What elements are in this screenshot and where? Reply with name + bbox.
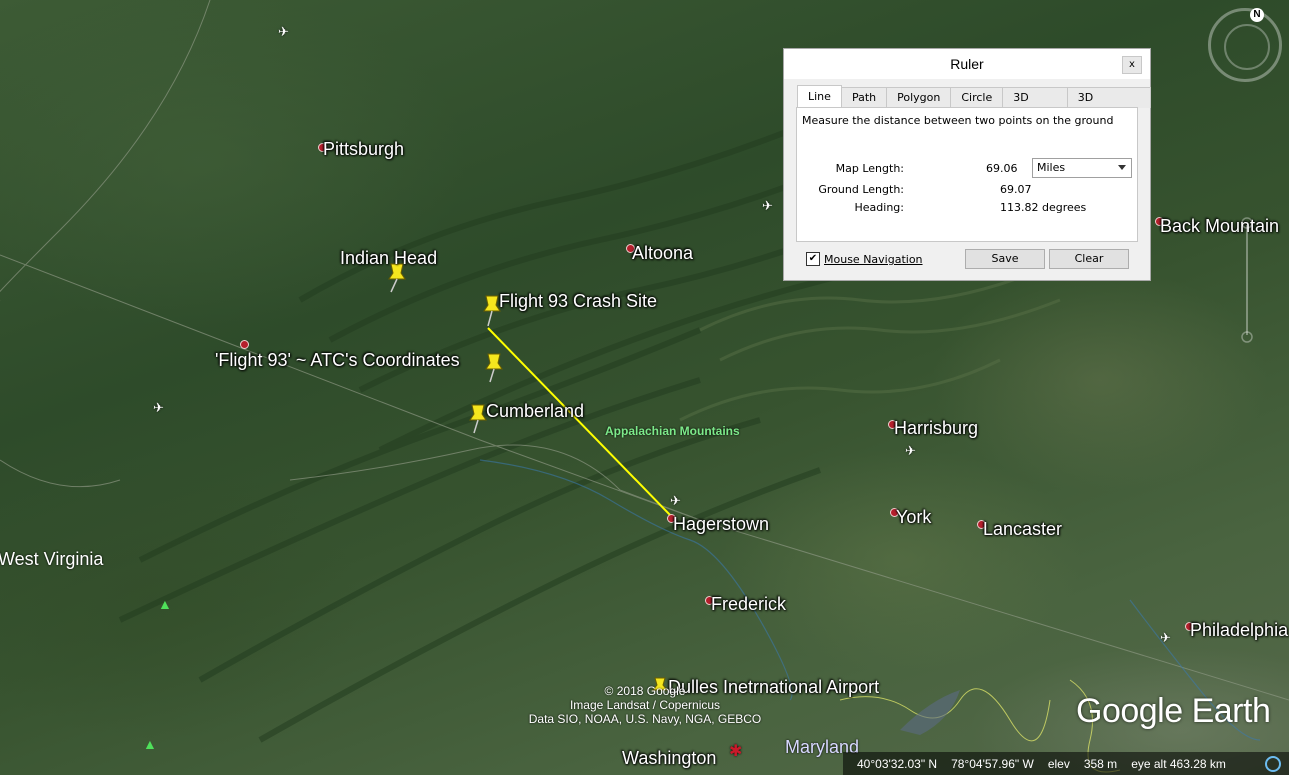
map-length-label: Map Length: [835, 162, 904, 175]
ground-length-value: 69.07 [1000, 183, 1032, 196]
airport-icon: ✈ [762, 198, 773, 213]
park-tree-icon: ▲ [143, 736, 157, 752]
mouse-navigation-checkbox[interactable]: ✔ [806, 252, 820, 266]
place-label-altoona: Altoona [632, 243, 694, 263]
ruler-tab-body: Measure the distance between two points … [796, 107, 1138, 242]
units-dropdown[interactable]: Miles [1032, 158, 1132, 178]
place-label-frederick: Frederick [711, 594, 787, 614]
airport-icon: ✈ [670, 493, 681, 508]
region-label-appalachian: Appalachian Mountains [605, 424, 740, 438]
look-joystick[interactable] [1208, 8, 1282, 82]
ruler-line [487, 327, 673, 518]
placemark-label-indian-head[interactable]: Indian Head [340, 248, 437, 269]
status-bar: 40°03'32.03" N 78°04'57.96" W elev 358 m… [843, 752, 1289, 775]
placemark-label-flight93-atc[interactable]: 'Flight 93' ~ ATC's Coordinates [215, 350, 460, 371]
elevation-label: elev [1047, 756, 1070, 771]
map-length-value: 69.06 [986, 162, 1018, 175]
mouse-navigation-label[interactable]: Mouse Navigation [824, 253, 923, 266]
airport-icon: ✈ [153, 400, 164, 415]
tab-3d-polygon[interactable]: 3D polygon [1066, 87, 1151, 124]
place-label-hagerstown: Hagerstown [673, 514, 770, 534]
place-label-york: York [896, 507, 932, 527]
place-label-lancaster: Lancaster [983, 519, 1063, 539]
elevation-readout: 358 m [1083, 756, 1118, 771]
place-label-washington: Washington [622, 748, 717, 768]
credit-line: © 2018 Google [604, 684, 686, 698]
tab-3d-path[interactable]: 3D path [1002, 87, 1068, 124]
units-selected: Miles [1037, 161, 1066, 174]
clear-button[interactable]: Clear [1049, 249, 1129, 269]
tab-polygon[interactable]: Polygon [886, 87, 952, 108]
city-dot-unlabeled [240, 340, 249, 349]
placemark-label-cumberland[interactable]: Cumberland [486, 401, 584, 422]
pushpin-icon[interactable] [482, 352, 508, 384]
ruler-title: Ruler [784, 49, 1150, 79]
ruler-description: Measure the distance between two points … [802, 114, 1114, 127]
credit-line: Data SIO, NOAA, U.S. Navy, NGA, GEBCO [528, 712, 762, 726]
north-indicator-icon[interactable]: N [1250, 8, 1264, 22]
close-button[interactable]: x [1122, 56, 1142, 74]
park-tree-icon: ▲ [158, 596, 172, 612]
longitude-readout: 78°04'57.96" W [951, 756, 1034, 771]
place-label-pittsburgh: Pittsburgh [323, 139, 405, 159]
heading-value: 113.82 degrees [1000, 201, 1087, 214]
tab-circle[interactable]: Circle [950, 87, 1004, 108]
ground-length-label: Ground Length: [818, 183, 904, 196]
place-label-harrisburg: Harrisburg [894, 418, 979, 438]
zoom-slider[interactable] [1240, 215, 1254, 345]
look-joystick-center[interactable] [1224, 24, 1270, 70]
ruler-tabs: Line Path Polygon Circle 3D path 3D poly… [797, 85, 1151, 124]
streaming-status-icon [1265, 755, 1281, 772]
placemark-label-flight93-crash-site[interactable]: Flight 93 Crash Site [499, 291, 657, 312]
capital-star-icon: ✱ [729, 743, 743, 760]
credit-line: Image Landsat / Copernicus [569, 698, 721, 712]
ruler-dialog[interactable]: Ruler x Line Path Polygon Circle 3D path… [783, 48, 1151, 281]
heading-label: Heading: [854, 201, 904, 214]
airport-icon: ✈ [1160, 630, 1171, 645]
chevron-down-icon [1118, 165, 1126, 170]
place-label-philadelphia: Philadelphia [1190, 620, 1289, 640]
latitude-readout: 40°03'32.03" N [857, 756, 938, 771]
google-earth-logo: Google Earth [1076, 692, 1271, 730]
tab-path[interactable]: Path [840, 87, 888, 108]
place-label-back-mountain: Back Mountain [1160, 216, 1280, 236]
imagery-credits: © 2018 Google Image Landsat / Copernicus… [500, 684, 790, 726]
eye-altitude-readout: eye alt 463.28 km [1131, 756, 1226, 771]
airport-icon: ✈ [905, 443, 916, 458]
tab-line[interactable]: Line [797, 85, 842, 108]
save-button[interactable]: Save [965, 249, 1045, 269]
airport-icon: ✈ [278, 24, 289, 39]
region-label-west-virginia: West Virginia [0, 549, 104, 569]
